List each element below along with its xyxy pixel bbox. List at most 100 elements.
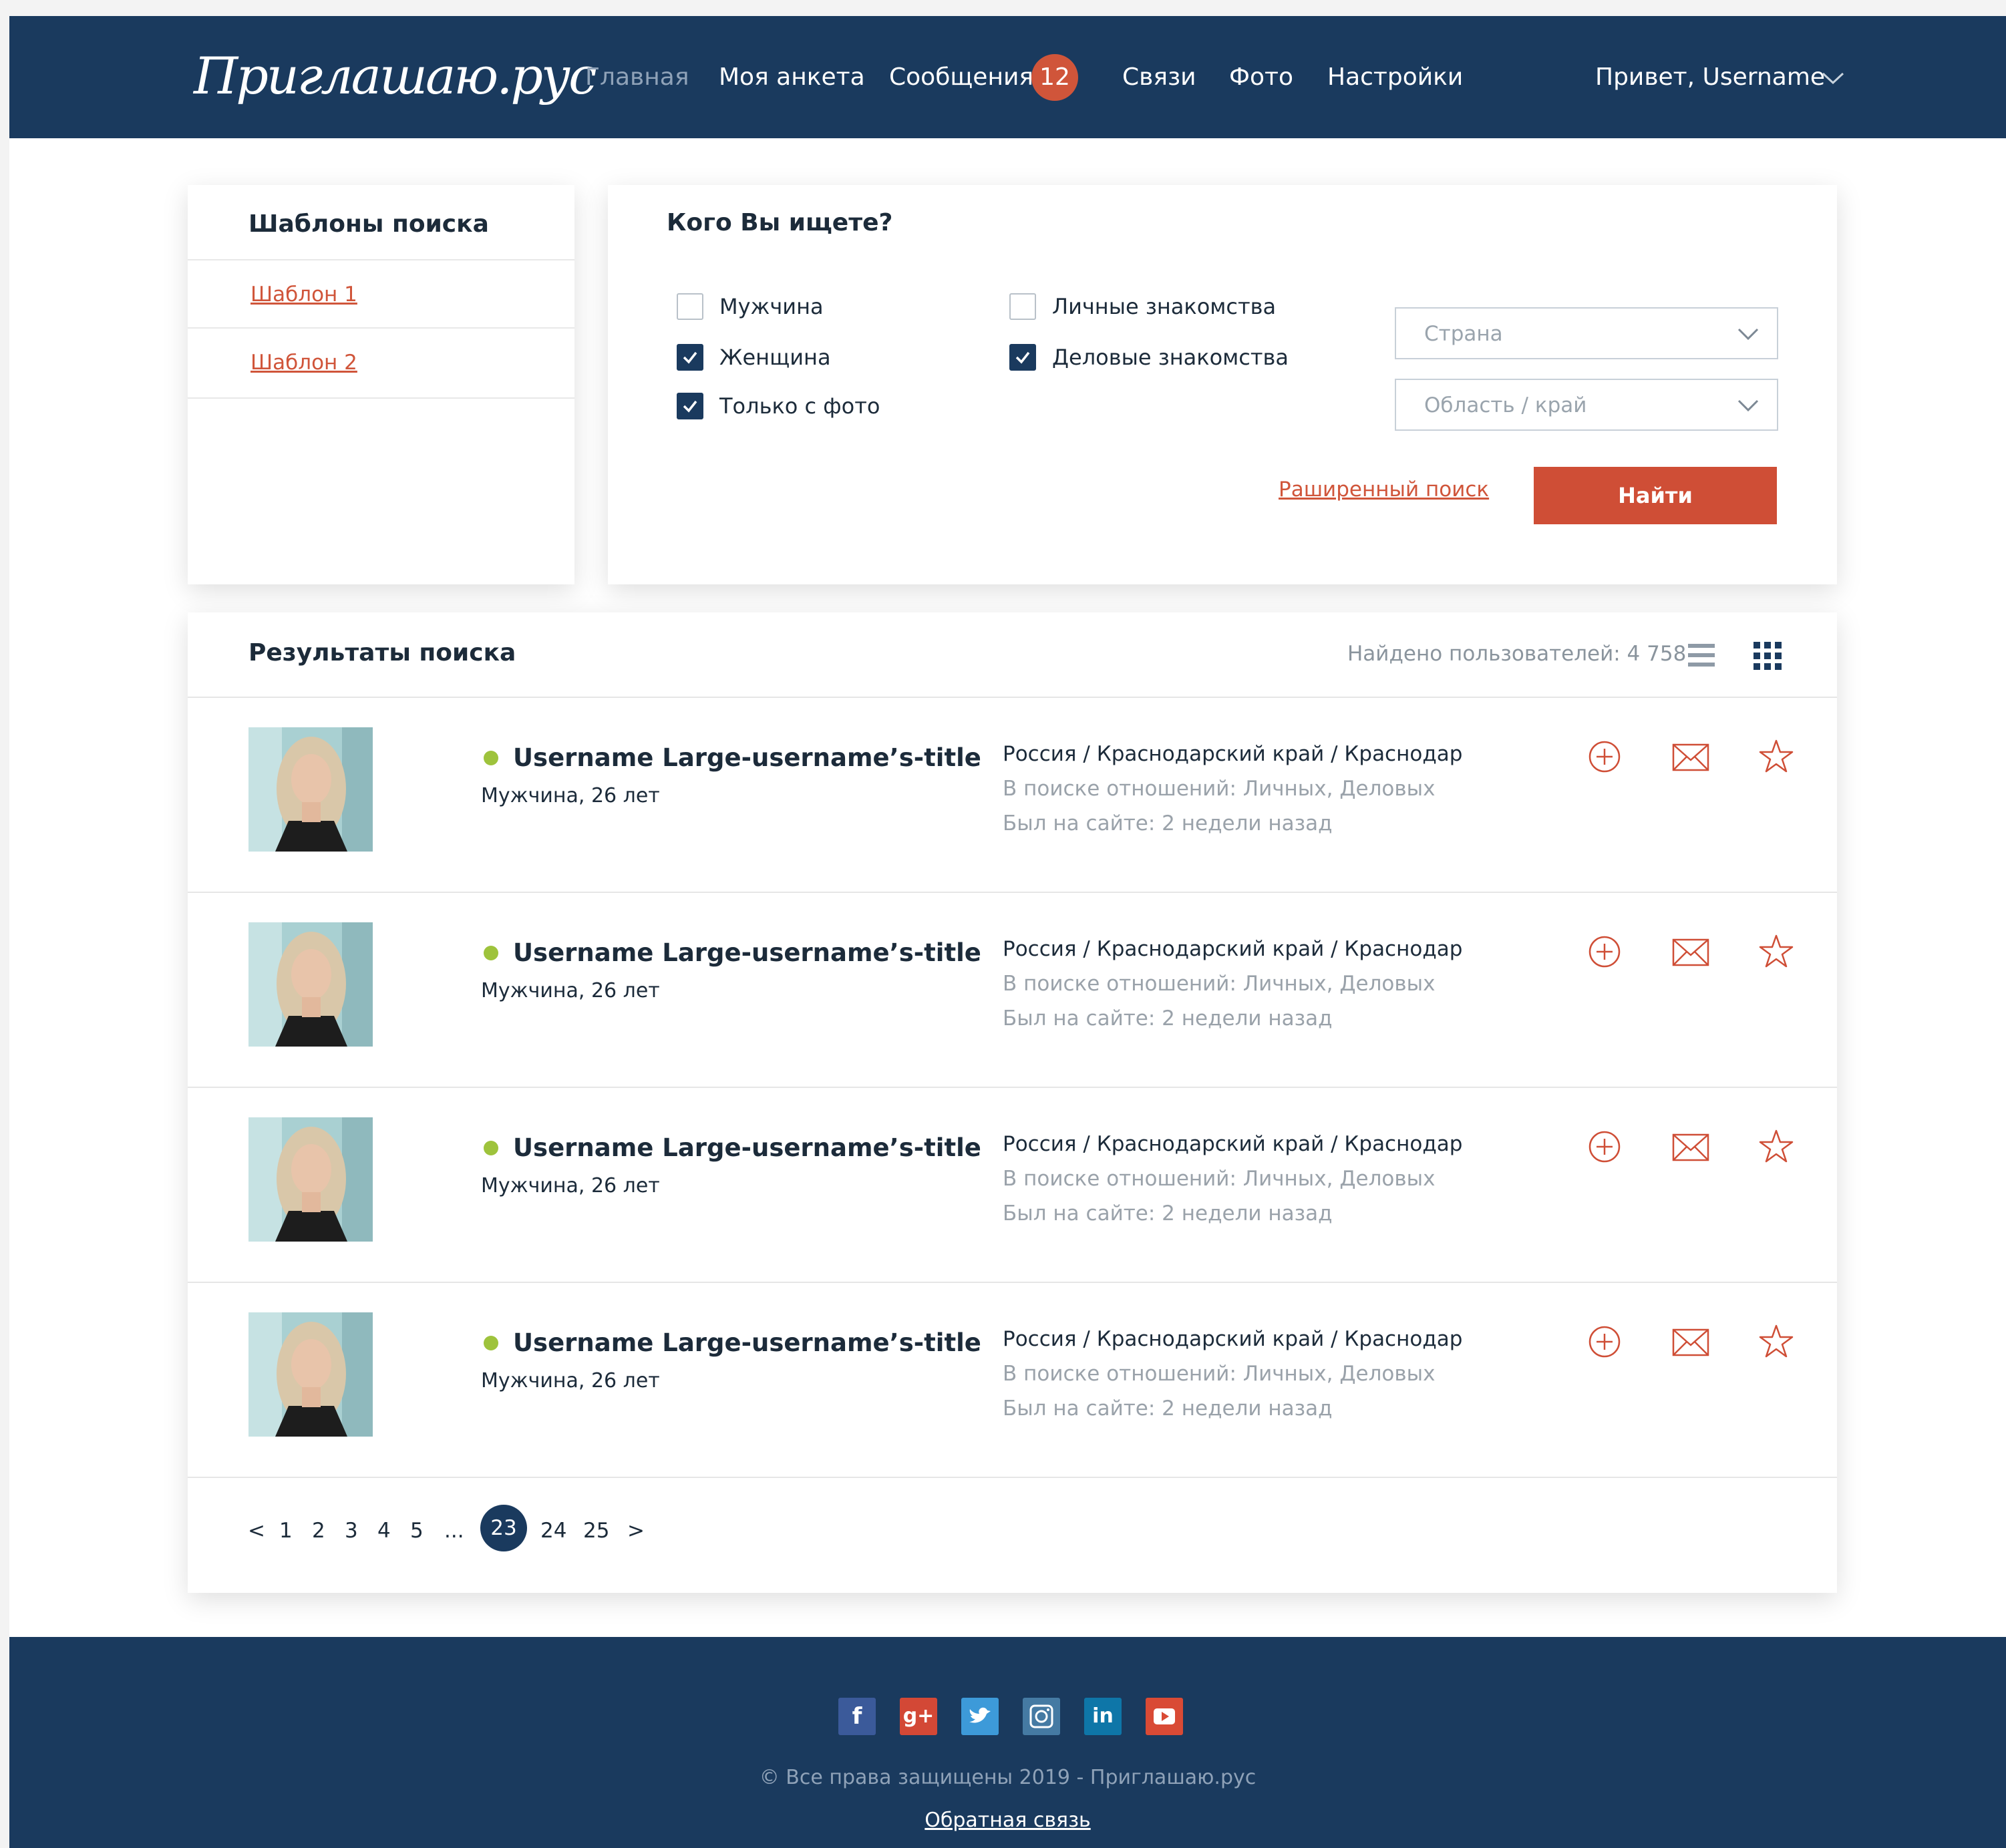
user-photo bbox=[248, 727, 373, 852]
template-link-2[interactable]: Шаблон 2 bbox=[250, 348, 357, 377]
user-name-link[interactable]: Username Large-username’s-title bbox=[513, 741, 981, 775]
google-plus-icon[interactable]: g+ bbox=[900, 1698, 937, 1735]
favorite-star-icon[interactable] bbox=[1758, 1323, 1795, 1360]
chevron-down-icon[interactable] bbox=[1821, 69, 1845, 87]
site-footer: f g+ in © Все права защищены 2019 - Приг… bbox=[9, 1637, 2006, 1848]
user-photo bbox=[248, 1312, 373, 1437]
pagination-page-2[interactable]: 2 bbox=[312, 1507, 325, 1554]
favorite-star-icon[interactable] bbox=[1758, 738, 1795, 775]
youtube-icon[interactable] bbox=[1146, 1698, 1183, 1735]
pagination-page-1[interactable]: 1 bbox=[279, 1507, 293, 1554]
find-button[interactable]: Найти bbox=[1534, 467, 1777, 524]
pagination-page-4[interactable]: 4 bbox=[377, 1507, 391, 1554]
result-row: Username Large-username’s-title Мужчина,… bbox=[188, 698, 1837, 892]
message-envelope-icon[interactable] bbox=[1672, 933, 1709, 970]
checkbox-male-label[interactable]: Мужчина bbox=[719, 292, 824, 321]
list-view-icon[interactable] bbox=[1688, 642, 1715, 669]
message-envelope-icon[interactable] bbox=[1672, 1128, 1709, 1165]
user-name-link[interactable]: Username Large-username’s-title bbox=[513, 1131, 981, 1165]
nav-home[interactable]: Главная bbox=[585, 57, 689, 98]
nav-messages[interactable]: Сообщения bbox=[889, 57, 1033, 98]
country-select-placeholder: Страна bbox=[1424, 322, 1503, 346]
add-contact-icon[interactable] bbox=[1586, 738, 1623, 775]
copyright-text: © Все права защищены 2019 - Приглашаю.ру… bbox=[759, 1766, 1257, 1789]
grid-view-icon[interactable] bbox=[1753, 642, 1782, 670]
online-status-dot bbox=[484, 751, 498, 765]
pagination-page-5[interactable]: 5 bbox=[410, 1507, 424, 1554]
twitter-icon[interactable] bbox=[961, 1698, 999, 1735]
nav-my-profile[interactable]: Моя анкета bbox=[719, 57, 865, 98]
youtube-play-shape bbox=[1154, 1708, 1175, 1724]
checkbox-photo-only[interactable] bbox=[677, 393, 703, 419]
template-link-1[interactable]: Шаблон 1 bbox=[250, 280, 357, 309]
user-avatar[interactable] bbox=[248, 922, 373, 1047]
chevron-down-icon bbox=[1737, 328, 1759, 341]
feedback-link-wrap: Обратная связь bbox=[9, 1807, 2006, 1835]
user-last-seen: Был на сайте: 2 недели назад bbox=[1003, 811, 1333, 836]
checkmark-icon bbox=[683, 400, 697, 413]
site-logo[interactable]: Приглашаю.рус bbox=[194, 36, 597, 116]
checkbox-female[interactable] bbox=[677, 344, 703, 371]
user-relations: В поиске отношений: Личных, Деловых bbox=[1003, 1362, 1436, 1386]
user-avatar[interactable] bbox=[248, 727, 373, 852]
user-gender-age: Мужчина, 26 лет bbox=[481, 1174, 660, 1197]
divider bbox=[188, 259, 574, 260]
nav-photos[interactable]: Фото bbox=[1229, 57, 1293, 98]
pagination-next[interactable]: > bbox=[627, 1507, 645, 1554]
user-name-link[interactable]: Username Large-username’s-title bbox=[513, 936, 981, 970]
country-select[interactable]: Страна bbox=[1395, 307, 1778, 359]
user-name-link[interactable]: Username Large-username’s-title bbox=[513, 1326, 981, 1360]
region-select[interactable]: Область / край bbox=[1395, 379, 1778, 431]
checkbox-business-dating[interactable] bbox=[1009, 344, 1036, 371]
result-row: Username Large-username’s-title Мужчина,… bbox=[188, 893, 1837, 1087]
user-avatar[interactable] bbox=[248, 1312, 373, 1437]
pagination-page-3[interactable]: 3 bbox=[345, 1507, 358, 1554]
search-form-title: Кого Вы ищете? bbox=[667, 209, 893, 236]
add-contact-icon[interactable] bbox=[1586, 1323, 1623, 1360]
user-avatar[interactable] bbox=[248, 1117, 373, 1242]
user-last-seen: Был на сайте: 2 недели назад bbox=[1003, 1397, 1333, 1421]
user-last-seen: Был на сайте: 2 недели назад bbox=[1003, 1006, 1333, 1031]
pagination: < 1 2 3 4 5 ... 23 24 25 > bbox=[188, 1505, 1837, 1558]
user-gender-age: Мужчина, 26 лет bbox=[481, 979, 660, 1002]
facebook-icon[interactable]: f bbox=[838, 1698, 876, 1735]
user-location: Россия / Краснодарский край / Краснодар bbox=[1003, 1132, 1463, 1156]
user-greeting[interactable]: Привет, Username bbox=[1595, 57, 1825, 98]
checkbox-male[interactable] bbox=[677, 293, 703, 320]
pagination-page-25[interactable]: 25 bbox=[583, 1507, 609, 1554]
checkbox-personal-dating-label[interactable]: Личные знакомства bbox=[1052, 292, 1276, 321]
user-location: Россия / Краснодарский край / Краснодар bbox=[1003, 1327, 1463, 1351]
online-status-dot bbox=[484, 946, 498, 960]
add-contact-icon[interactable] bbox=[1586, 1128, 1623, 1165]
messages-count-badge[interactable]: 12 bbox=[1031, 54, 1078, 101]
nav-settings[interactable]: Настройки bbox=[1327, 57, 1463, 98]
checkbox-personal-dating[interactable] bbox=[1009, 293, 1036, 320]
favorite-star-icon[interactable] bbox=[1758, 1128, 1795, 1165]
checkbox-photo-only-label[interactable]: Только с фото bbox=[719, 391, 880, 421]
pagination-prev[interactable]: < bbox=[248, 1507, 265, 1554]
result-row: Username Large-username’s-title Мужчина,… bbox=[188, 1283, 1837, 1477]
favorite-star-icon[interactable] bbox=[1758, 933, 1795, 970]
checkmark-icon bbox=[683, 351, 697, 364]
add-contact-icon[interactable] bbox=[1586, 933, 1623, 970]
online-status-dot bbox=[484, 1336, 498, 1350]
checkbox-business-dating-label[interactable]: Деловые знакомства bbox=[1052, 343, 1289, 372]
message-envelope-icon[interactable] bbox=[1672, 738, 1709, 775]
user-relations: В поиске отношений: Личных, Деловых bbox=[1003, 1167, 1436, 1191]
templates-title: Шаблоны поиска bbox=[248, 210, 489, 238]
results-count: Найдено пользователей: 4 758 bbox=[1347, 642, 1687, 666]
feedback-link[interactable]: Обратная связь bbox=[925, 1809, 1090, 1832]
twitter-bird-shape bbox=[969, 1707, 991, 1723]
instagram-icon[interactable] bbox=[1023, 1698, 1060, 1735]
top-navbar: Приглашаю.рус Главная Моя анкета Сообщен… bbox=[9, 16, 2006, 138]
pagination-page-current[interactable]: 23 bbox=[480, 1505, 527, 1551]
checkbox-female-label[interactable]: Женщина bbox=[719, 343, 831, 372]
search-form-panel: Кого Вы ищете? Мужчина Женщина Только с … bbox=[608, 185, 1837, 584]
message-envelope-icon[interactable] bbox=[1672, 1323, 1709, 1360]
linkedin-icon[interactable]: in bbox=[1084, 1698, 1122, 1735]
nav-connections[interactable]: Связи bbox=[1122, 57, 1196, 98]
user-location: Россия / Краснодарский край / Краснодар bbox=[1003, 742, 1463, 766]
pagination-page-24[interactable]: 24 bbox=[540, 1507, 566, 1554]
user-last-seen: Был на сайте: 2 недели назад bbox=[1003, 1202, 1333, 1226]
advanced-search-link[interactable]: Раширенный поиск bbox=[1279, 475, 1489, 504]
